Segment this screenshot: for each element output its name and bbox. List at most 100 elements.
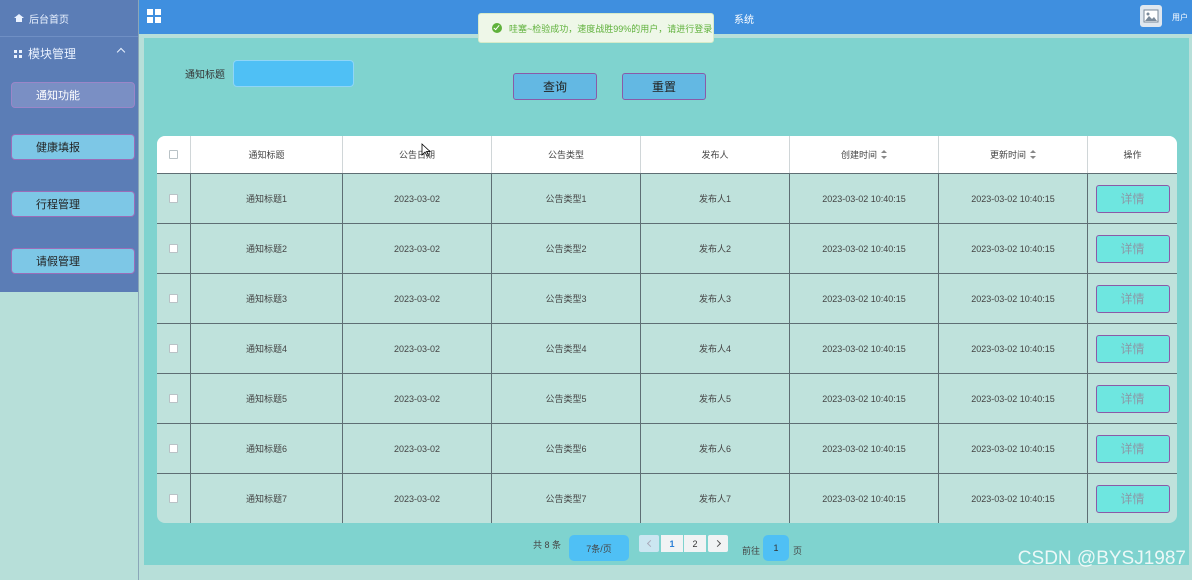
table-cell: 2023-03-02 [343, 324, 492, 373]
user-label[interactable]: 用户 [1172, 12, 1188, 23]
col-header-label: 创建时间 [840, 150, 877, 160]
table-cell: 发布人1 [641, 174, 790, 223]
table-cell: 2023-03-02 10:40:15 [790, 424, 939, 473]
avatar[interactable] [1140, 5, 1162, 27]
sort-icon[interactable] [881, 150, 887, 159]
detail-button[interactable]: 详情 [1095, 484, 1170, 513]
sidebar-item-label: 行程管理 [36, 199, 80, 211]
home-icon [14, 14, 24, 22]
pagination-total: 共 8 条 [533, 540, 562, 550]
image-icon [1143, 9, 1159, 23]
col-header: 公告日期 [343, 136, 492, 173]
table-cell: 公告类型1 [492, 174, 641, 223]
row-checkbox[interactable] [169, 494, 178, 503]
row-checkbox[interactable] [169, 294, 178, 303]
table-cell: 2023-03-02 [343, 174, 492, 223]
table-cell: 发布人4 [641, 324, 790, 373]
table-cell: 2023-03-02 10:40:15 [939, 424, 1088, 473]
select-all-cell [157, 136, 191, 173]
table-cell: 2023-03-02 10:40:15 [790, 274, 939, 323]
action-cell: 详情 [1088, 424, 1177, 473]
table-cell: 2023-03-02 10:40:15 [790, 324, 939, 373]
page-number[interactable]: 2 [684, 535, 706, 552]
action-cell: 详情 [1088, 274, 1177, 323]
col-header-sortable[interactable]: 创建时间 [790, 136, 939, 173]
col-header: 操作 [1123, 150, 1142, 160]
sidebar-home[interactable]: 后台首页 [0, 0, 138, 36]
detail-button[interactable]: 详情 [1095, 184, 1170, 213]
table-row: 通知标题4 2023-03-02 公告类型4 发布人4 2023-03-02 10:40… [157, 323, 1177, 373]
table-header: 通知标题 公告日期 公告类型 发布人 创建时间 更新时间 操作 [157, 136, 1177, 173]
page-number[interactable]: 1 [661, 535, 683, 552]
table-cell: 2023-03-02 10:40:15 [939, 374, 1088, 423]
table-row: 通知标题6 2023-03-02 公告类型6 发布人6 2023-03-02 10:40… [157, 423, 1177, 473]
table-cell: 2023-03-02 10:40:15 [790, 224, 939, 273]
row-checkbox[interactable] [169, 244, 178, 253]
table-body: 通知标题1 2023-03-02 公告类型1 发布人1 2023-03-02 10:40… [157, 173, 1177, 523]
sidebar-group-modules[interactable]: 模块管理 [0, 36, 138, 70]
sidebar-home-label: 后台首页 [29, 14, 69, 26]
mouse-cursor-icon [421, 143, 431, 157]
table-cell: 公告类型3 [492, 274, 641, 323]
goto-page-input[interactable]: 1 [763, 535, 789, 561]
chevron-up-icon [116, 47, 126, 57]
sidebar-item-label: 健康填报 [36, 142, 80, 154]
sidebar: 后台首页 模块管理 通知功能 健康填报 行程管理 请假管理 [0, 0, 139, 580]
system-title: 系统 [734, 15, 754, 26]
table-cell: 通知标题2 [191, 224, 343, 273]
sidebar-item-trip[interactable]: 行程管理 [11, 191, 135, 217]
next-page-button[interactable] [708, 535, 728, 552]
detail-button[interactable]: 详情 [1095, 384, 1170, 413]
sidebar-item-leave[interactable]: 请假管理 [11, 248, 135, 274]
col-header-sortable[interactable]: 更新时间 [939, 136, 1088, 173]
reset-button[interactable]: 重置 [622, 73, 706, 100]
filter-label: 通知标题 [185, 70, 225, 81]
sidebar-item-notice[interactable]: 通知功能 [11, 82, 135, 108]
prev-page-button[interactable] [639, 535, 659, 552]
select-all-checkbox[interactable] [169, 150, 178, 159]
table-cell: 通知标题6 [191, 424, 343, 473]
table-cell: 通知标题4 [191, 324, 343, 373]
table-cell: 发布人7 [641, 474, 790, 523]
action-cell: 详情 [1088, 474, 1177, 523]
row-select-cell [157, 374, 191, 423]
sort-icon[interactable] [1030, 150, 1036, 159]
page-size-select[interactable]: 7条/页 [569, 535, 629, 561]
table-cell: 2023-03-02 10:40:15 [939, 174, 1088, 223]
col-header-label: 更新时间 [989, 150, 1026, 160]
table-row: 通知标题1 2023-03-02 公告类型1 发布人1 2023-03-02 10:40… [157, 173, 1177, 223]
table-row: 通知标题2 2023-03-02 公告类型2 发布人2 2023-03-02 10:40… [157, 223, 1177, 273]
row-checkbox[interactable] [169, 394, 178, 403]
table-cell: 2023-03-02 10:40:15 [939, 324, 1088, 373]
row-select-cell [157, 474, 191, 523]
table-cell: 通知标题1 [191, 174, 343, 223]
table-cell: 通知标题3 [191, 274, 343, 323]
detail-button[interactable]: 详情 [1095, 434, 1170, 463]
table-cell: 发布人2 [641, 224, 790, 273]
success-toast: 哇塞~检验成功，速度战胜99%的用户，请进行登录 [478, 13, 714, 43]
table-cell: 发布人5 [641, 374, 790, 423]
sidebar-item-label: 通知功能 [36, 90, 80, 102]
notice-title-input[interactable] [233, 60, 354, 87]
detail-button[interactable]: 详情 [1095, 334, 1170, 363]
table-cell: 2023-03-02 10:40:15 [939, 274, 1088, 323]
action-cell: 详情 [1088, 224, 1177, 273]
row-select-cell [157, 324, 191, 373]
menu-grid-icon[interactable] [147, 9, 161, 23]
check-circle-icon [492, 23, 502, 33]
table-cell: 公告类型5 [492, 374, 641, 423]
row-checkbox[interactable] [169, 194, 178, 203]
row-checkbox[interactable] [169, 344, 178, 353]
row-select-cell [157, 274, 191, 323]
table-row: 通知标题5 2023-03-02 公告类型5 发布人5 2023-03-02 10:40… [157, 373, 1177, 423]
table-cell: 公告类型6 [492, 424, 641, 473]
row-checkbox[interactable] [169, 444, 178, 453]
detail-button[interactable]: 详情 [1095, 284, 1170, 313]
table-row: 通知标题3 2023-03-02 公告类型3 发布人3 2023-03-02 10:40… [157, 273, 1177, 323]
row-select-cell [157, 224, 191, 273]
sidebar-item-health[interactable]: 健康填报 [11, 134, 135, 160]
table-cell: 通知标题7 [191, 474, 343, 523]
table-cell: 2023-03-02 [343, 474, 492, 523]
detail-button[interactable]: 详情 [1095, 234, 1170, 263]
search-button[interactable]: 查询 [513, 73, 597, 100]
